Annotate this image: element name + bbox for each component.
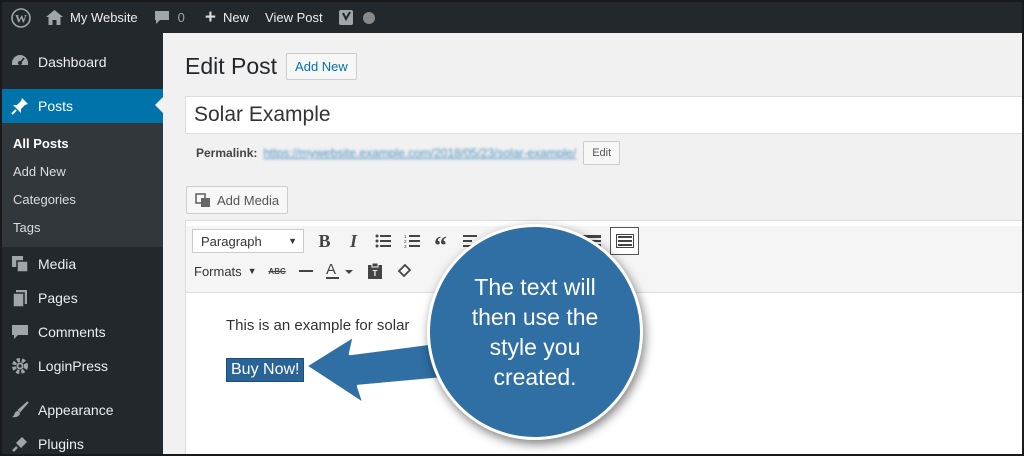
sidebar-item-loginpress[interactable]: LoginPress [2, 349, 163, 383]
media-icon [2, 255, 38, 273]
post-title-input[interactable]: Solar Example [185, 96, 1022, 134]
svg-text:A: A [326, 262, 336, 278]
add-new-button[interactable]: Add New [286, 53, 357, 80]
paragraph-format-select[interactable]: Paragraph ▼ [192, 229, 304, 253]
posts-submenu: All Posts Add New Categories Tags [2, 123, 163, 247]
view-post-link[interactable]: View Post [257, 2, 331, 33]
callout-bubble: The text will then use the style you cre… [427, 224, 643, 440]
comments-link[interactable]: 0 [146, 2, 193, 33]
svg-text:T: T [373, 269, 378, 278]
chevron-down-icon: ▼ [288, 236, 297, 246]
new-content-link[interactable]: + New [197, 2, 257, 33]
comment-icon [2, 324, 38, 340]
page-title: Edit Post [185, 53, 278, 79]
sidebar-item-label: LoginPress [38, 358, 109, 374]
submenu-categories[interactable]: Categories [2, 185, 163, 213]
submenu-add-new[interactable]: Add New [2, 157, 163, 185]
sidebar-item-label: Pages [38, 290, 78, 306]
toolbar-toggle-icon[interactable] [610, 227, 639, 255]
sidebar-item-label: Dashboard [38, 54, 107, 70]
pin-icon [2, 97, 38, 115]
add-media-icon [195, 192, 212, 208]
plus-icon: + [204, 6, 217, 28]
permalink-url-link[interactable]: https://mywebsite.example.com/2018/05/23… [263, 146, 576, 160]
sidebar-item-media[interactable]: Media [2, 247, 163, 281]
permalink-row: Permalink: https://mywebsite.example.com… [196, 141, 621, 165]
sidebar-item-label: Media [38, 256, 77, 272]
paste-text-icon[interactable]: T [361, 257, 390, 285]
dashboard-icon [2, 54, 38, 70]
comments-count: 0 [177, 10, 185, 25]
sidebar-item-comments[interactable]: Comments [2, 315, 163, 349]
svg-text:3: 3 [404, 244, 407, 248]
formats-label: Formats [194, 263, 242, 279]
sidebar-item-label: Comments [38, 324, 106, 340]
page-header: Edit Post Add New [185, 53, 357, 80]
new-label: New [223, 10, 250, 25]
clear-formatting-icon[interactable] [390, 257, 419, 285]
strikethrough-icon[interactable]: ABC [263, 257, 292, 285]
format-select-value: Paragraph [201, 233, 262, 249]
callout-text: The text will then use the style you cre… [471, 274, 599, 390]
gear-icon [2, 357, 38, 375]
sidebar-item-dashboard[interactable]: Dashboard [2, 45, 163, 79]
edit-permalink-button[interactable]: Edit [583, 141, 621, 165]
yoast-seo-icon[interactable] [331, 2, 363, 33]
svg-text:W: W [15, 11, 27, 25]
add-media-label: Add Media [217, 192, 280, 208]
italic-icon[interactable]: I [339, 227, 368, 255]
admin-sidebar: Dashboard Posts All Posts Add New Catego… [2, 33, 163, 454]
comment-bubble-icon [154, 10, 170, 25]
bullet-list-icon[interactable] [368, 227, 397, 255]
blockquote-icon[interactable]: “ [426, 227, 455, 260]
seo-status-dot-icon [362, 2, 383, 33]
permalink-label: Permalink: [196, 146, 258, 160]
sidebar-item-label: Posts [38, 98, 74, 114]
sidebar-item-posts[interactable]: Posts [2, 89, 163, 123]
sidebar-item-appearance[interactable]: Appearance [2, 393, 163, 427]
numbered-list-icon[interactable]: 123 [397, 227, 426, 255]
text-color-icon[interactable]: A [321, 257, 361, 285]
site-name-link[interactable]: My Website [38, 2, 146, 33]
add-media-button[interactable]: Add Media [186, 186, 289, 214]
view-post-label: View Post [265, 10, 323, 25]
buy-now-button[interactable]: Buy Now! [226, 358, 305, 382]
brush-icon [2, 401, 38, 419]
submenu-tags[interactable]: Tags [2, 213, 163, 241]
horizontal-line-icon[interactable] [292, 257, 321, 285]
submenu-all-posts[interactable]: All Posts [2, 129, 163, 157]
pages-icon [2, 289, 38, 307]
bold-icon[interactable]: B [310, 227, 339, 255]
sidebar-item-plugins[interactable]: Plugins [2, 427, 163, 454]
sidebar-item-pages[interactable]: Pages [2, 281, 163, 315]
sidebar-item-label: Plugins [38, 436, 84, 452]
home-icon [46, 10, 63, 25]
formats-dropdown[interactable]: Formats ▼ [192, 264, 263, 279]
caret-down-icon: ▼ [247, 266, 257, 276]
sidebar-item-label: Appearance [38, 402, 114, 418]
plug-icon [2, 435, 38, 453]
screenshot-frame: W My Website 0 + New View Post Dashboard… [0, 0, 1024, 456]
wordpress-logo-icon[interactable]: W [4, 2, 38, 33]
admin-bar: W My Website 0 + New View Post [2, 2, 1022, 33]
site-name: My Website [70, 10, 138, 25]
